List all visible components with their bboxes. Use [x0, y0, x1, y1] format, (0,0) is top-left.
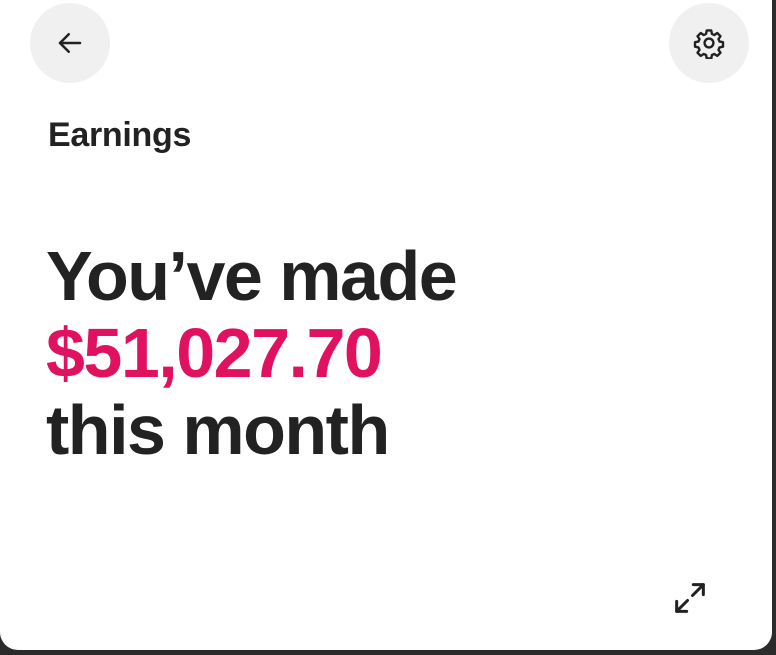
back-button[interactable] — [30, 3, 110, 83]
expand-button[interactable] — [664, 574, 716, 626]
settings-button[interactable] — [669, 3, 749, 83]
section-title: Earnings — [48, 116, 192, 154]
earnings-amount: $51,027.70 — [46, 314, 383, 392]
earnings-card: Earnings You’ve made $51,027.70 this mon… — [0, 0, 772, 650]
arrow-left-icon — [55, 28, 85, 58]
expand-icon — [670, 578, 710, 623]
summary-line-1: You’ve made — [46, 237, 458, 315]
earnings-summary: You’ve made $51,027.70 this month — [46, 237, 458, 469]
gear-icon — [693, 27, 725, 59]
summary-line-3: this month — [46, 391, 390, 469]
